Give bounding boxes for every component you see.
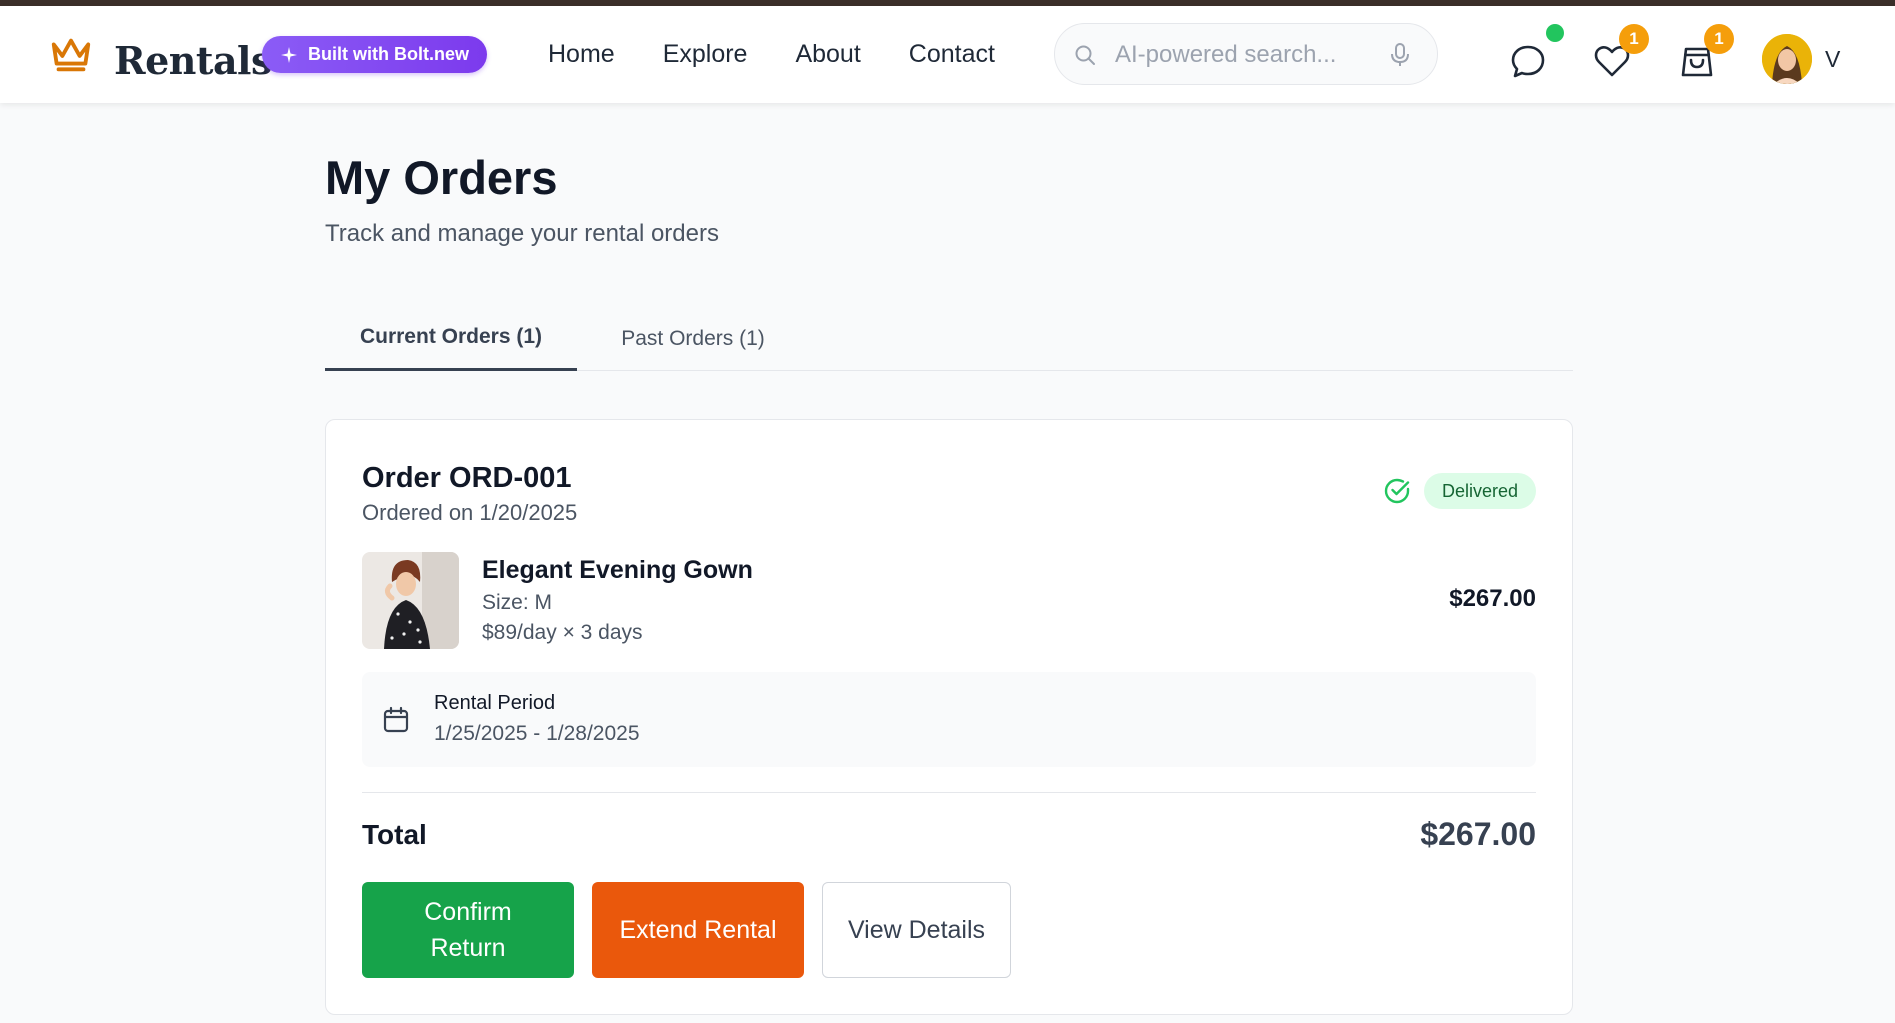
search-input[interactable] (1115, 38, 1375, 72)
item-size: Size: M (482, 591, 553, 614)
tab-current-orders[interactable]: Current Orders (1) (325, 306, 577, 371)
microphone-icon[interactable] (1389, 42, 1411, 68)
tab-past-orders[interactable]: Past Orders (1) (577, 306, 809, 371)
item-rate: $89/day × 3 days (482, 621, 643, 644)
chat-bubble-icon (1511, 45, 1545, 78)
nav-explore[interactable]: Explore (663, 40, 748, 69)
rental-period-label: Rental Period (434, 692, 556, 714)
main-nav: Home Explore About Contact (548, 40, 995, 69)
confirm-return-button[interactable]: Confirm Return (362, 882, 574, 978)
search-bar (1054, 23, 1438, 85)
user-initial[interactable]: V (1825, 46, 1840, 73)
calendar-icon (383, 706, 409, 733)
sparkle-icon (281, 46, 297, 63)
rental-period-box: Rental Period 1/25/2025 - 1/28/2025 (362, 672, 1536, 767)
order-date: Ordered on 1/20/2025 (362, 500, 578, 525)
page-title: My Orders (325, 151, 558, 204)
bolt-badge-label: Built with Bolt.new (308, 44, 469, 64)
brand-name: Rentals (114, 38, 272, 83)
navbar: Rentals Built with Bolt.new Home Explore… (0, 6, 1895, 103)
order-tabs: Current Orders (1) Past Orders (1) (325, 306, 1573, 371)
extend-rental-button[interactable]: Extend Rental (592, 882, 804, 978)
nav-about[interactable]: About (795, 40, 860, 69)
status-badge: Delivered (1423, 473, 1536, 509)
item-price: $267.00 (1449, 585, 1536, 612)
gown-photo (362, 552, 459, 649)
brand-logo[interactable]: Rentals (48, 32, 272, 83)
order-status: Delivered (1382, 473, 1536, 509)
order-card: Order ORD-001 Ordered on 1/20/2025 Deliv… (325, 419, 1573, 1015)
messages-button[interactable] (1508, 41, 1548, 81)
cart-count-badge: 1 (1704, 24, 1734, 54)
wishlist-count-badge: 1 (1619, 24, 1649, 54)
item-image[interactable] (362, 552, 459, 649)
item-name: Elegant Evening Gown (482, 556, 753, 584)
check-circle-icon (1384, 478, 1410, 504)
view-details-button[interactable]: View Details (822, 882, 1011, 978)
nav-contact[interactable]: Contact (909, 40, 995, 69)
page-subtitle: Track and manage your rental orders (325, 220, 719, 247)
total-label: Total (362, 819, 427, 850)
total-value: $267.00 (1420, 816, 1536, 852)
user-avatar[interactable] (1762, 34, 1812, 84)
nav-home[interactable]: Home (548, 40, 615, 69)
order-id: Order ORD-001 (362, 462, 572, 494)
search-icon (1075, 45, 1095, 65)
rental-period-dates: 1/25/2025 - 1/28/2025 (434, 722, 640, 745)
user-photo (1762, 34, 1812, 84)
bolt-badge[interactable]: Built with Bolt.new (262, 36, 487, 73)
divider (362, 792, 1536, 793)
crown-icon (51, 38, 91, 72)
online-indicator (1546, 24, 1564, 42)
